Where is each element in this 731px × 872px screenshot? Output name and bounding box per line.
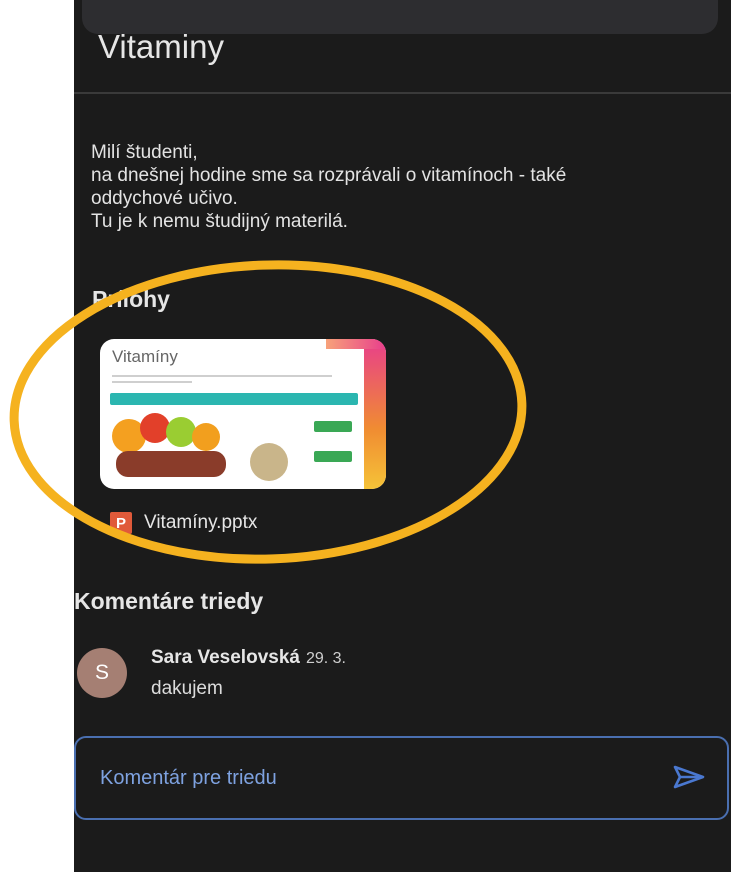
description-line: oddychové učivo. [91, 188, 238, 209]
slide-text-line [112, 375, 332, 377]
attachment-thumbnail[interactable]: Vitamíny [100, 339, 386, 489]
diagram-box [314, 451, 352, 462]
comment-input[interactable] [98, 763, 622, 793]
comment-author-line: Sara Veselovská 29. 3. [151, 647, 346, 669]
slide-title: Vitamíny [112, 347, 178, 366]
powerpoint-icon: P [110, 512, 132, 534]
fruit-pile [116, 451, 226, 477]
description-line: Tu je k nemu študijný materilá. [91, 211, 348, 232]
screen: Vitaminy Milí študenti, na dnešnej hodin… [74, 0, 731, 872]
comments-heading: Komentáre triedy [74, 588, 264, 614]
food-plate [250, 443, 288, 481]
send-icon[interactable] [672, 764, 706, 790]
description-line: na dnešnej hodine sme sa rozprávali o vi… [91, 165, 567, 186]
slide-text-line [112, 381, 192, 383]
comment-text: dakujem [151, 678, 223, 699]
diagram-box [314, 421, 352, 432]
divider [74, 92, 731, 94]
attachment-file[interactable]: P Vitamíny.pptx [110, 510, 257, 536]
slide-accent [364, 339, 386, 489]
comment-box[interactable] [74, 736, 729, 820]
post-description: Milí študenti, na dnešnej hodine sme sa … [91, 141, 711, 233]
attachments-heading: Prílohy [92, 286, 170, 312]
comment-date: 29. 3. [305, 650, 346, 667]
avatar: S [77, 648, 127, 698]
slide-banner [110, 393, 358, 405]
slide-accent-top [326, 339, 386, 349]
fruit-orange-2 [192, 423, 220, 451]
comment-author: Sara Veselovská [151, 647, 300, 668]
post-title: Vitaminy [98, 28, 224, 65]
attachment-file-name: Vitamíny.pptx [144, 512, 258, 533]
description-line: Milí študenti, [91, 142, 198, 163]
fruit-lime [166, 417, 196, 447]
